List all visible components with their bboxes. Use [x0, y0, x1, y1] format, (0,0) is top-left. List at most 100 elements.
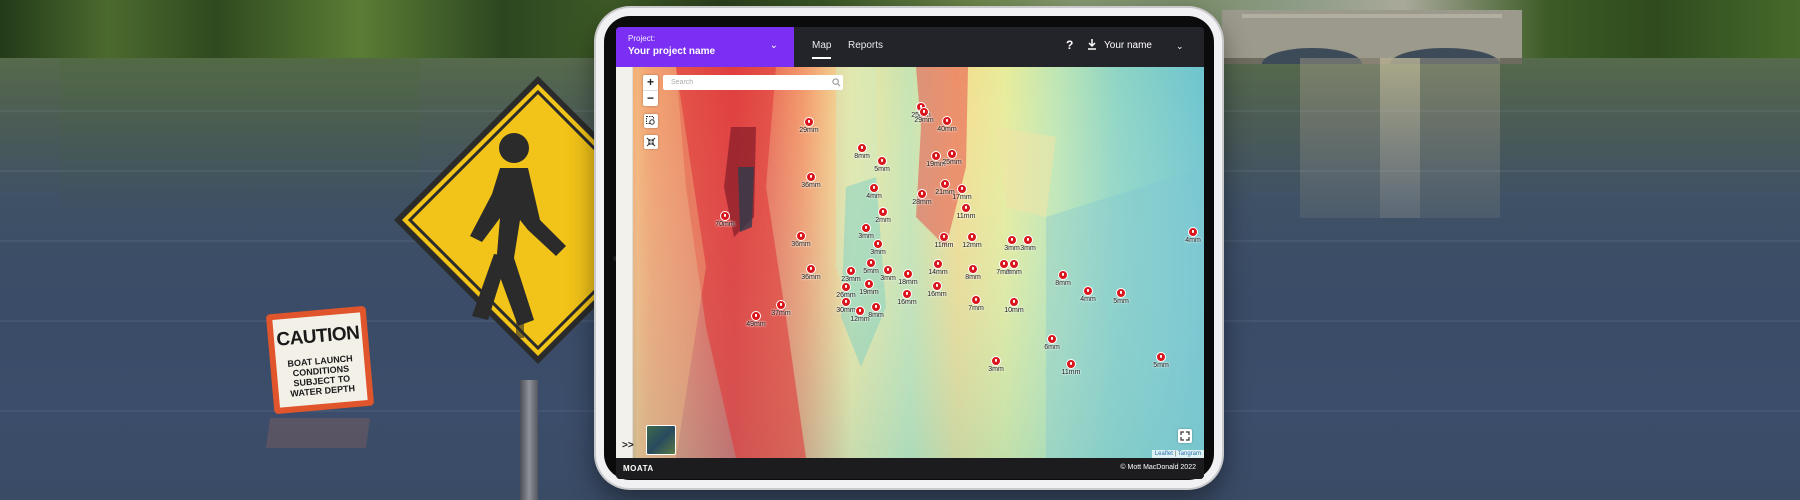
rain-gauge-pin[interactable]: 17mm [947, 184, 977, 202]
raindrop-marker-icon[interactable] [919, 107, 929, 117]
raindrop-marker-icon[interactable] [902, 289, 912, 299]
raindrop-marker-icon[interactable] [939, 232, 949, 242]
raindrop-marker-icon[interactable] [1156, 352, 1166, 362]
help-icon[interactable]: ? [1066, 38, 1073, 52]
user-menu-chevron-icon[interactable]: ⌄ [1176, 41, 1184, 52]
fit-bounds-button[interactable] [644, 135, 658, 149]
fullscreen-button[interactable] [1178, 429, 1192, 443]
rain-gauge-pin[interactable]: 11mm [1056, 359, 1086, 377]
raindrop-marker-icon[interactable] [796, 231, 806, 241]
rain-gauge-pin[interactable]: 7mm [961, 295, 991, 313]
rain-gauge-pin[interactable]: 29mm [794, 117, 824, 135]
rain-gauge-pin[interactable]: 36mm [786, 231, 816, 249]
raindrop-marker-icon[interactable] [1009, 297, 1019, 307]
raindrop-marker-icon[interactable] [751, 311, 761, 321]
rain-gauge-pin[interactable]: 4mm [1178, 227, 1204, 245]
raindrop-marker-icon[interactable] [1058, 270, 1068, 280]
rain-gauge-pin[interactable]: 16mm [922, 281, 952, 299]
rain-gauge-pin[interactable]: 3mm [1013, 235, 1043, 253]
rain-gauge-pin[interactable]: 4mm [859, 183, 889, 201]
rain-gauge-pin[interactable]: 36mm [796, 264, 826, 282]
rain-gauge-pin[interactable]: 3mm [981, 356, 1011, 374]
raindrop-marker-icon[interactable] [720, 211, 730, 221]
rainfall-map[interactable]: + − 29mm25mm40mm29mm8mm5mm19mm25mm36mm4m [616, 67, 1204, 458]
raindrop-marker-icon[interactable] [968, 264, 978, 274]
rain-gauge-pin[interactable]: 5mm [867, 156, 897, 174]
rain-gauge-pin[interactable]: 29mm [909, 107, 939, 125]
raindrop-marker-icon[interactable] [961, 203, 971, 213]
raindrop-marker-icon[interactable] [857, 143, 867, 153]
raindrop-marker-icon[interactable] [883, 265, 893, 275]
raindrop-marker-icon[interactable] [806, 172, 816, 182]
attribution-tangram-link[interactable]: Tangram [1178, 451, 1201, 457]
tab-reports[interactable]: Reports [848, 40, 883, 51]
raindrop-marker-icon[interactable] [776, 300, 786, 310]
raindrop-marker-icon[interactable] [841, 282, 851, 292]
rain-gauge-pin[interactable]: 5mm [1146, 352, 1176, 370]
raindrop-marker-icon[interactable] [999, 259, 1009, 269]
rain-gauge-pin[interactable]: 7mm [989, 259, 1019, 277]
rain-gauge-pin[interactable]: 36mm [796, 172, 826, 190]
raindrop-marker-icon[interactable] [869, 183, 879, 193]
download-icon[interactable] [1087, 38, 1097, 50]
rain-gauge-pin[interactable]: 14mm [923, 259, 953, 277]
top-navigation-bar: Project: Your project name ⌄ Map Reports… [616, 27, 1204, 67]
raindrop-marker-icon[interactable] [878, 207, 888, 217]
rain-gauge-pin[interactable]: 8mm [958, 264, 988, 282]
rain-gauge-pin[interactable]: 11mm [929, 232, 959, 250]
rain-gauge-pin[interactable]: 70mm [710, 211, 740, 229]
user-name[interactable]: Your name [1104, 40, 1152, 51]
attribution-leaflet-link[interactable]: Leaflet [1155, 451, 1173, 457]
basemap-switcher-thumbnail[interactable] [646, 425, 676, 455]
raindrop-marker-icon[interactable] [877, 156, 887, 166]
rainfall-value-label: 16mm [897, 299, 917, 306]
rain-gauge-pin[interactable]: 5mm [1106, 288, 1136, 306]
zoom-to-extent-button[interactable] [644, 114, 658, 128]
search-icon[interactable] [832, 78, 841, 87]
raindrop-marker-icon[interactable] [917, 189, 927, 199]
raindrop-marker-icon[interactable] [1083, 286, 1093, 296]
raindrop-marker-icon[interactable] [933, 259, 943, 269]
map-search-input[interactable] [663, 75, 843, 90]
raindrop-marker-icon[interactable] [804, 117, 814, 127]
caution-sign-reflection [265, 418, 371, 448]
rain-gauge-pin[interactable]: 6mm [1037, 334, 1067, 352]
raindrop-marker-icon[interactable] [1047, 334, 1057, 344]
rain-gauge-pin[interactable]: 4mm [1073, 286, 1103, 304]
zoom-out-button[interactable]: − [643, 91, 658, 106]
rainfall-value-label: 7mm [968, 305, 984, 312]
raindrop-marker-icon[interactable] [871, 302, 881, 312]
raindrop-marker-icon[interactable] [861, 223, 871, 233]
project-selector[interactable]: Project: Your project name ⌄ [616, 27, 794, 67]
raindrop-marker-icon[interactable] [846, 266, 856, 276]
rain-gauge-pin[interactable]: 16mm [892, 289, 922, 307]
raindrop-marker-icon[interactable] [947, 149, 957, 159]
raindrop-marker-icon[interactable] [864, 279, 874, 289]
raindrop-marker-icon[interactable] [991, 356, 1001, 366]
raindrop-marker-icon[interactable] [1066, 359, 1076, 369]
raindrop-marker-icon[interactable] [967, 232, 977, 242]
raindrop-marker-icon[interactable] [1116, 288, 1126, 298]
raindrop-marker-icon[interactable] [971, 295, 981, 305]
raindrop-marker-icon[interactable] [1188, 227, 1198, 237]
rain-gauge-pin[interactable]: 25mm [937, 149, 967, 167]
rain-gauge-pin[interactable]: 11mm [951, 203, 981, 221]
rain-gauge-pin[interactable]: 19mm [854, 279, 884, 297]
rain-gauge-pin[interactable]: 49mm [741, 311, 771, 329]
raindrop-marker-icon[interactable] [932, 281, 942, 291]
rain-gauge-pin[interactable]: 10mm [999, 297, 1029, 315]
raindrop-marker-icon[interactable] [873, 239, 883, 249]
raindrop-marker-icon[interactable] [903, 269, 913, 279]
raindrop-marker-icon[interactable] [942, 116, 952, 126]
raindrop-marker-icon[interactable] [957, 184, 967, 194]
rainfall-value-label: 70mm [715, 221, 735, 228]
rain-gauge-pin[interactable]: 3mm [863, 239, 893, 257]
rain-gauge-pin[interactable]: 18mm [893, 269, 923, 287]
raindrop-marker-icon[interactable] [806, 264, 816, 274]
tab-map[interactable]: Map [812, 40, 832, 59]
rain-gauge-pin[interactable]: 8mm [861, 302, 891, 320]
zoom-in-button[interactable]: + [643, 75, 658, 91]
raindrop-marker-icon[interactable] [1023, 235, 1033, 245]
rain-gauge-pin[interactable]: 12mm [957, 232, 987, 250]
expand-panel-icon[interactable]: >> [622, 440, 634, 451]
